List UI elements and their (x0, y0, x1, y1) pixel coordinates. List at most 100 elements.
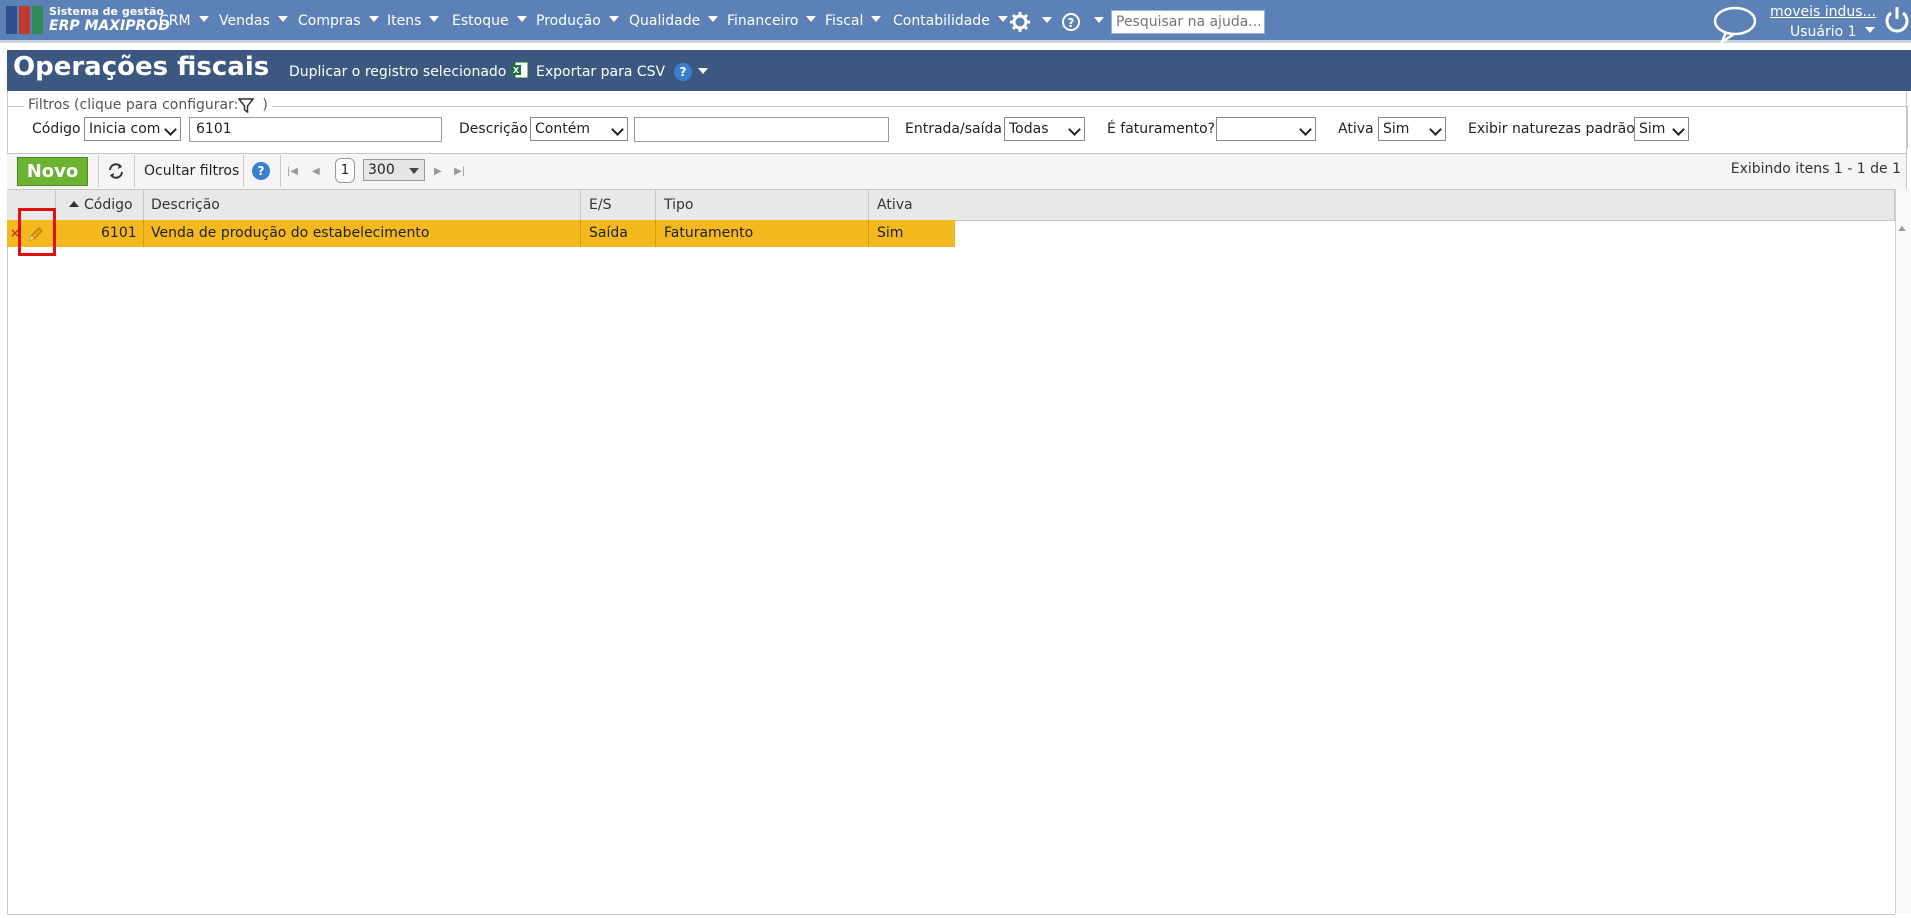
user-menu[interactable]: Usuário 1 (1790, 24, 1875, 40)
column-header-tipo[interactable]: Tipo (664, 197, 693, 213)
filter-funnel-icon[interactable] (238, 98, 254, 114)
column-header-es[interactable]: E/S (589, 197, 611, 213)
chevron-down-icon (1429, 123, 1442, 136)
gear-icon[interactable] (1010, 12, 1030, 32)
menu-label: Qualidade (629, 13, 701, 29)
ativa-select[interactable]: Sim (1378, 117, 1446, 141)
grid-body (7, 220, 1895, 915)
page-number-input[interactable]: 1 (335, 158, 355, 183)
menu-label: CRM (159, 13, 191, 29)
select-value: Contém (535, 121, 590, 137)
toolbar-divider (134, 155, 135, 187)
menu-label: Compras (298, 13, 361, 29)
codigo-label: Código (32, 121, 81, 137)
toolbar-divider (243, 155, 244, 187)
page-title: Operações fiscais (13, 52, 270, 82)
codigo-mode-select[interactable]: Inicia com (84, 117, 181, 141)
last-page-icon[interactable]: ▶| (454, 166, 465, 177)
table-row[interactable] (7, 220, 955, 247)
next-page-icon[interactable]: ▶ (434, 166, 442, 177)
chevron-down-icon (708, 16, 719, 22)
cell-divider (580, 220, 581, 247)
first-page-icon[interactable]: |◀ (287, 166, 298, 177)
menu-label: Fiscal (825, 13, 864, 29)
export-csv-button[interactable]: Exportar para CSV (536, 64, 665, 80)
column-header-codigo[interactable]: Código (84, 197, 133, 213)
help-icon[interactable]: ? (252, 162, 270, 180)
duplicate-record-button[interactable]: Duplicar o registro selecionado (289, 64, 506, 80)
menu-label: Estoque (452, 13, 509, 29)
chevron-down-icon (871, 16, 882, 22)
chevron-down-icon (1864, 27, 1875, 33)
descricao-input[interactable] (634, 117, 889, 142)
descricao-mode-select[interactable]: Contém (530, 117, 628, 141)
menu-label: Contabilidade (893, 13, 990, 29)
highlight-annotation-box (18, 208, 56, 256)
chevron-down-icon (1299, 123, 1312, 136)
filters-legend-end: ) (262, 97, 268, 113)
menu-qualidade[interactable]: Qualidade (629, 13, 719, 29)
hide-filters-button[interactable]: Ocultar filtros (144, 163, 239, 179)
menu-estoque[interactable]: Estoque (452, 13, 527, 29)
page-size-select[interactable]: 300 (363, 159, 425, 181)
top-bar-divider (0, 40, 1911, 43)
menu-producao[interactable]: Produção (536, 13, 619, 29)
filters-legend[interactable]: Filtros (clique para configurar:) (24, 97, 272, 113)
svg-text:X: X (513, 66, 520, 75)
scroll-up-icon[interactable] (1898, 226, 1906, 231)
chevron-down-icon (198, 16, 209, 22)
help-search-input[interactable] (1111, 10, 1265, 34)
power-icon[interactable] (1884, 5, 1910, 33)
menu-label: Vendas (219, 13, 270, 29)
select-value: Inicia com (89, 121, 161, 137)
menu-financeiro[interactable]: Financeiro (727, 13, 817, 29)
chevron-down-icon (997, 16, 1008, 22)
chevron-down-icon (608, 16, 619, 22)
chevron-down-icon (277, 16, 288, 22)
column-header-descricao[interactable]: Descrição (151, 197, 220, 213)
entrada-saida-select[interactable]: Todas (1004, 117, 1085, 141)
codigo-input[interactable]: 6101 (189, 117, 442, 142)
help-dropdown-icon[interactable] (698, 68, 708, 74)
settings-dropdown-icon[interactable] (1042, 17, 1052, 23)
toolbar-divider (280, 155, 281, 187)
chat-bubble-icon[interactable] (1712, 4, 1758, 44)
help-icon[interactable]: ? (674, 63, 692, 81)
erp-logo-icon[interactable] (6, 6, 43, 34)
items-count-text: Exibindo itens 1 - 1 de 1 (1730, 161, 1901, 177)
filters-legend-text: Filtros (clique para configurar: (28, 97, 239, 113)
help-icon[interactable]: ? (1062, 13, 1080, 31)
menu-fiscal[interactable]: Fiscal (825, 13, 882, 29)
excel-icon[interactable]: X (511, 61, 529, 79)
user-name-label: Usuário 1 (1790, 24, 1857, 40)
select-value: Todas (1009, 121, 1049, 137)
company-link[interactable]: moveis indus... (1770, 4, 1876, 20)
new-record-button[interactable]: Novo (17, 157, 88, 186)
menu-contabilidade[interactable]: Contabilidade (893, 13, 1008, 29)
cell-es: Saída (589, 225, 628, 241)
chevron-down-icon (429, 16, 440, 22)
brand-subtitle: Sistema de gestão (49, 5, 164, 18)
brand-name: ERP MAXIPROD (49, 18, 170, 34)
chevron-down-icon (1672, 123, 1685, 136)
cell-divider (143, 220, 144, 247)
menu-itens[interactable]: Itens (387, 13, 440, 29)
faturamento-select[interactable] (1216, 117, 1316, 141)
menu-compras[interactable]: Compras (298, 13, 379, 29)
menu-vendas[interactable]: Vendas (219, 13, 288, 29)
chevron-down-icon (368, 16, 379, 22)
chevron-down-icon (611, 123, 624, 136)
help-dropdown-icon[interactable] (1094, 17, 1104, 23)
previous-page-icon[interactable]: ◀ (312, 166, 320, 177)
cell-divider (655, 220, 656, 247)
vertical-scrollbar[interactable] (1895, 189, 1911, 914)
menu-crm[interactable]: CRM (159, 13, 209, 29)
cell-ativa: Sim (877, 225, 904, 241)
column-header-ativa[interactable]: Ativa (877, 197, 913, 213)
entrada-saida-label: Entrada/saída (905, 121, 1002, 137)
refresh-icon[interactable] (106, 162, 126, 180)
chevron-down-icon (516, 16, 527, 22)
chevron-down-icon (806, 16, 817, 22)
naturezas-padrao-select[interactable]: Sim (1634, 117, 1689, 141)
descricao-label: Descrição (459, 121, 528, 137)
